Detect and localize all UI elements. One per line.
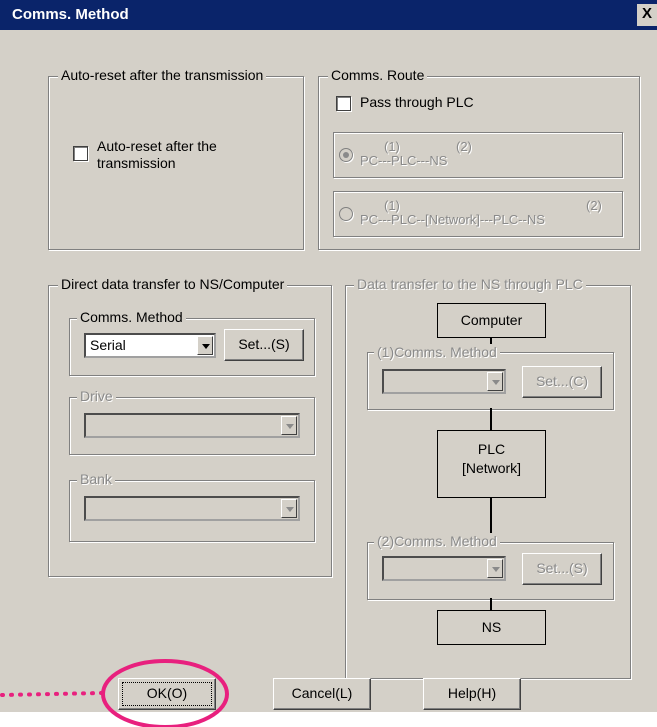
auto-reset-label: Auto-reset after the transmission: [97, 138, 217, 172]
annotation-dotted-line: [0, 691, 104, 697]
radio-selected-dot: [343, 152, 349, 158]
drive-select[interactable]: [84, 413, 300, 438]
route-option-2-num1: (1): [384, 198, 400, 213]
route-option-2-num2: (2): [586, 198, 602, 213]
chevron-down-icon[interactable]: [487, 559, 503, 578]
route-option-2-label[interactable]: PC---PLC--[Network]---PLC--NS: [360, 212, 545, 227]
route-option-1-num2: (2): [456, 139, 472, 154]
connector-line: [490, 408, 492, 430]
auto-reset-label-line2: transmission: [97, 155, 176, 171]
set-c-button[interactable]: Set...(C): [522, 366, 602, 398]
ok-highlight-annotation: [0, 659, 229, 727]
plc-label: PLC: [477, 441, 506, 457]
computer-box: Computer: [437, 303, 546, 338]
help-button[interactable]: Help(H): [423, 678, 521, 710]
auto-reset-checkbox[interactable]: [73, 146, 88, 161]
auto-reset-label-line1: Auto-reset after the: [97, 138, 217, 154]
drive-legend: Drive: [77, 388, 116, 404]
ns-box: NS: [437, 610, 546, 645]
chevron-down-icon[interactable]: [197, 336, 213, 355]
plc-transfer-legend: Data transfer to the NS through PLC: [354, 276, 586, 292]
direct-transfer-legend: Direct data transfer to NS/Computer: [58, 276, 288, 292]
annotation-circle: [101, 659, 229, 727]
route-option-1-num1: (1): [384, 139, 400, 154]
chevron-down-icon[interactable]: [487, 372, 503, 391]
pass-through-plc-checkbox[interactable]: [336, 96, 351, 111]
plc-network-box: PLC [Network]: [437, 430, 546, 498]
method1-legend: (1)Comms. Method: [374, 344, 500, 360]
method1-select[interactable]: [382, 369, 506, 394]
method2-select[interactable]: [382, 556, 506, 581]
close-button[interactable]: X: [637, 4, 657, 26]
method2-legend: (2)Comms. Method: [374, 533, 500, 549]
route-option-2-radio[interactable]: [339, 207, 353, 221]
network-label: [Network]: [461, 460, 522, 476]
route-option-1-radio[interactable]: [339, 148, 353, 162]
cancel-button[interactable]: Cancel(L): [273, 678, 371, 710]
chevron-down-icon[interactable]: [281, 416, 297, 435]
direct-set-button[interactable]: Set...(S): [224, 329, 304, 361]
title-bar: Comms. Method X: [0, 0, 657, 30]
close-icon: X: [641, 5, 652, 22]
bank-select[interactable]: [84, 496, 300, 521]
window-title: Comms. Method: [12, 6, 129, 23]
direct-comms-method-legend: Comms. Method: [77, 309, 186, 325]
chevron-down-icon[interactable]: [281, 499, 297, 518]
pass-through-plc-label[interactable]: Pass through PLC: [360, 94, 474, 110]
route-option-1-label[interactable]: PC---PLC---NS: [360, 153, 447, 168]
comms-route-legend: Comms. Route: [328, 67, 428, 83]
comms-method-select-value: Serial: [90, 337, 126, 353]
comms-method-select[interactable]: Serial: [84, 333, 216, 358]
bank-legend: Bank: [77, 471, 115, 487]
set-s-button[interactable]: Set...(S): [522, 553, 602, 585]
comms-method-dialog: Comms. Method X Auto-reset after the tra…: [0, 0, 657, 727]
connector-line: [490, 598, 492, 610]
auto-reset-legend: Auto-reset after the transmission: [58, 67, 267, 83]
